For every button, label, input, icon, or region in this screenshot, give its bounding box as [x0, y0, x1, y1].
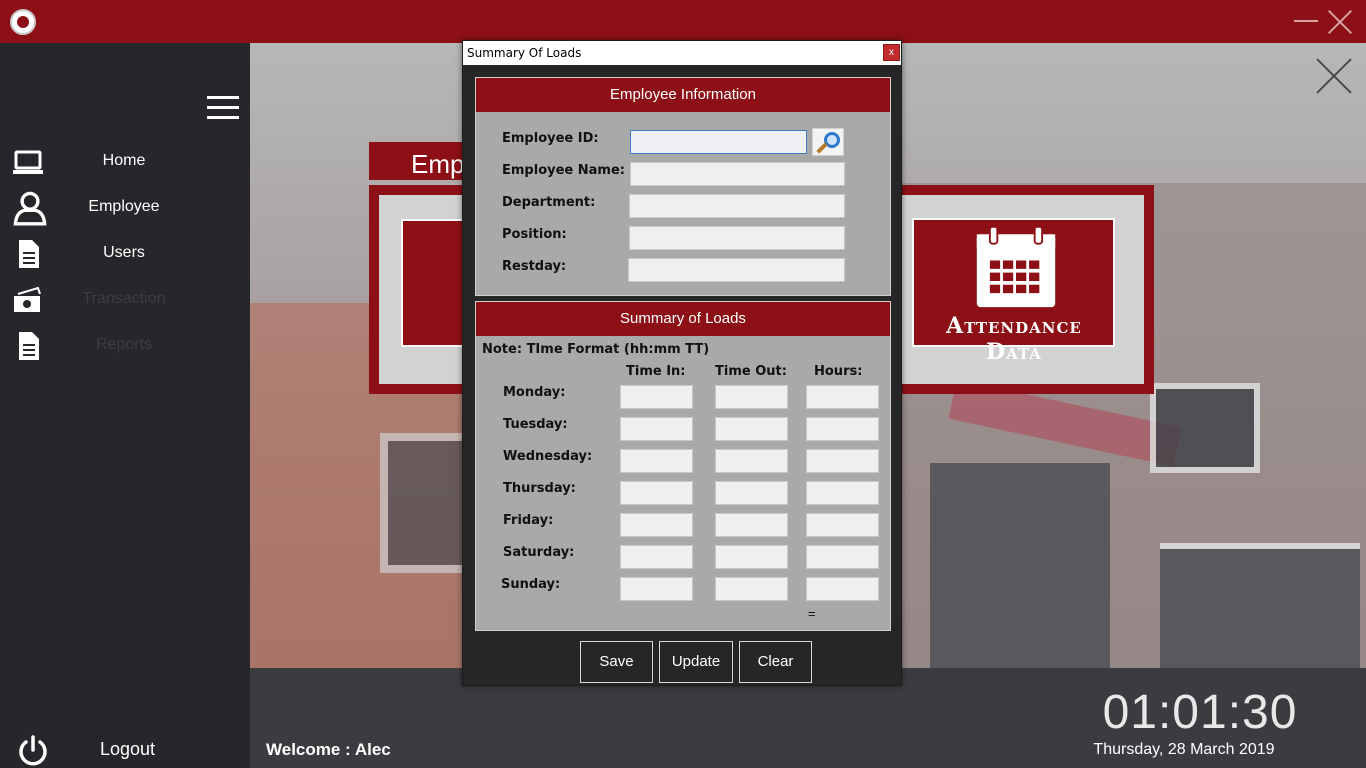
tuesday-time-out-field[interactable] [715, 417, 788, 441]
welcome-text: Welcome : Alec [266, 740, 391, 760]
employee-panel-header: Emp [369, 142, 469, 180]
clock-time: 01:01:30 [1102, 686, 1298, 739]
tuesday-time-in-field[interactable] [620, 417, 693, 441]
close-panel-icon[interactable] [1316, 58, 1352, 94]
sidebar-item-label: Users [103, 244, 145, 261]
employee-id-label: Employee ID: [502, 131, 599, 146]
section-header: Employee Information [476, 78, 890, 112]
dialog-close-button[interactable]: x [883, 44, 900, 61]
hamburger-menu-icon[interactable] [207, 96, 239, 119]
update-button[interactable]: Update [659, 641, 733, 683]
sidebar-item-label: Employee [88, 198, 160, 215]
thursday-time-in-field[interactable] [620, 481, 693, 505]
employee-information-section: Employee Information Employee ID: Employ… [475, 77, 891, 296]
saturday-time-in-field[interactable] [620, 545, 693, 569]
report-icon [19, 332, 39, 360]
department-label: Department: [502, 195, 596, 210]
thursday-time-out-field[interactable] [715, 481, 788, 505]
hours-header: Hours: [814, 364, 863, 379]
calendar-icon [976, 225, 1056, 308]
summary-of-loads-dialog: Summary Of Loads x Employee Information … [462, 40, 902, 686]
employee-card[interactable] [401, 219, 471, 347]
dialog-title-bar[interactable]: Summary Of Loads x [463, 41, 901, 65]
sunday-time-out-field[interactable] [715, 577, 788, 601]
friday-hours-field[interactable] [806, 513, 879, 537]
document-icon [19, 240, 39, 268]
save-button[interactable]: Save [580, 641, 653, 683]
total-hours-label: = [808, 606, 816, 621]
section-header: Summary of Loads [476, 302, 890, 336]
department-field[interactable] [629, 194, 845, 218]
sidebar: Home Employee Users Transaction Reports [0, 43, 250, 768]
monday-time-in-field[interactable] [620, 385, 693, 409]
friday-time-out-field[interactable] [715, 513, 788, 537]
day-label-tuesday: Tuesday: [503, 417, 568, 432]
friday-time-in-field[interactable] [620, 513, 693, 537]
sidebar-item-users[interactable]: Users [0, 234, 250, 274]
restday-field[interactable] [628, 258, 845, 282]
time-out-header: Time Out: [715, 364, 787, 379]
position-label: Position: [502, 227, 567, 242]
user-name: Alec [354, 740, 391, 759]
sidebar-item-transaction[interactable]: Transaction [0, 280, 250, 320]
employee-name-field[interactable] [630, 162, 845, 186]
laptop-icon [13, 150, 43, 174]
employee-name-label: Employee Name: [502, 163, 625, 178]
monday-hours-field[interactable] [806, 385, 879, 409]
position-field[interactable] [629, 226, 845, 250]
money-icon [14, 286, 41, 312]
day-label-wednesday: Wednesday: [503, 449, 593, 464]
clock-date: Thursday, 28 March 2019 [1093, 741, 1275, 758]
dialog-title: Summary Of Loads [467, 46, 582, 60]
power-icon[interactable] [16, 734, 50, 768]
wednesday-time-in-field[interactable] [620, 449, 693, 473]
app-logo-icon [10, 9, 36, 35]
restday-label: Restday: [502, 259, 567, 274]
day-label-saturday: Saturday: [503, 545, 575, 560]
search-button[interactable] [812, 128, 844, 156]
wednesday-hours-field[interactable] [806, 449, 879, 473]
sidebar-item-label: Transaction [82, 290, 166, 307]
day-label-friday: Friday: [503, 513, 554, 528]
tuesday-hours-field[interactable] [806, 417, 879, 441]
title-bar [0, 0, 1366, 43]
time-format-note: Note: TIme Format (hh:mm TT) [482, 342, 710, 357]
sunday-time-in-field[interactable] [620, 577, 693, 601]
employee-panel-title: Emp [411, 149, 465, 179]
day-label-thursday: Thursday: [503, 481, 576, 496]
sunday-hours-field[interactable] [806, 577, 879, 601]
attendance-data-label: Attendance Data [946, 313, 1082, 365]
saturday-time-out-field[interactable] [715, 545, 788, 569]
sidebar-item-label: Home [102, 152, 146, 169]
monday-time-out-field[interactable] [715, 385, 788, 409]
logout-button[interactable]: Logout [100, 739, 155, 760]
attendance-data-card[interactable]: Attendance Data [912, 218, 1115, 365]
day-label-monday: Monday: [503, 385, 566, 400]
minimize-icon[interactable] [1294, 20, 1318, 22]
sidebar-item-employee[interactable]: Employee [0, 188, 250, 228]
day-label-sunday: Sunday: [501, 577, 561, 592]
close-icon[interactable] [1326, 8, 1354, 36]
employee-id-field[interactable] [630, 130, 807, 154]
clear-button[interactable]: Clear [739, 641, 812, 683]
summary-of-loads-section: Summary of Loads Note: TIme Format (hh:m… [475, 301, 891, 631]
sidebar-item-reports[interactable]: Reports [0, 326, 250, 366]
user-icon [13, 191, 47, 226]
thursday-hours-field[interactable] [806, 481, 879, 505]
wednesday-time-out-field[interactable] [715, 449, 788, 473]
saturday-hours-field[interactable] [806, 545, 879, 569]
sidebar-item-home[interactable]: Home [0, 142, 250, 182]
time-in-header: Time In: [626, 364, 686, 379]
welcome-label: Welcome : [266, 740, 355, 759]
sidebar-item-label: Reports [95, 336, 153, 353]
